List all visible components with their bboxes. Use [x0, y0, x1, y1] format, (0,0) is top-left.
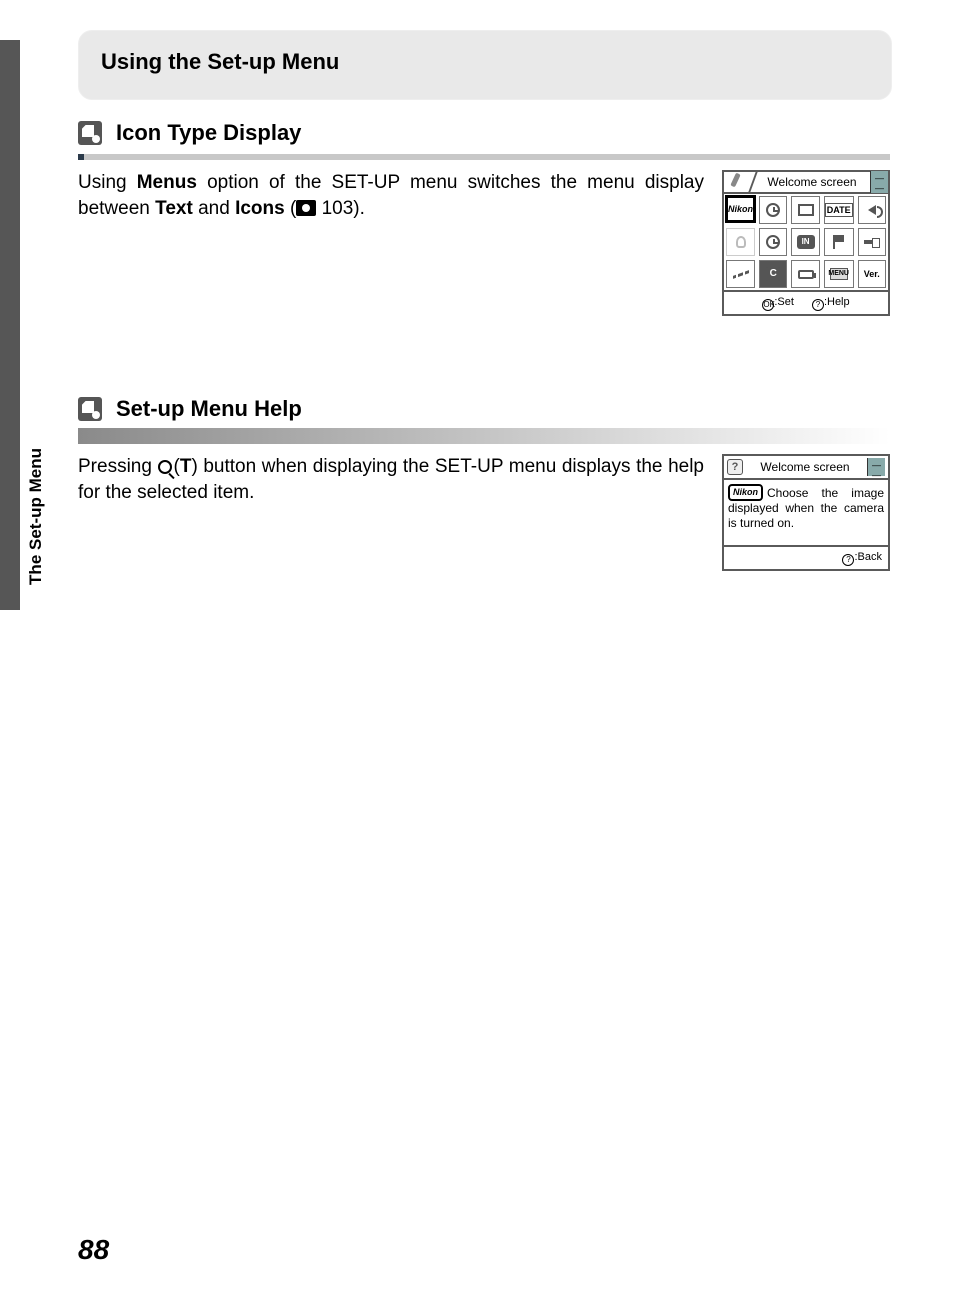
help-button-icon: ? [812, 299, 824, 311]
footer-help-label: :Help [824, 296, 850, 308]
section-setup-menu-help: Set-up Menu Help Pressing (T) button whe… [78, 396, 890, 571]
grid-cell-timer [759, 228, 787, 256]
chapter-side-label: The Set-up Menu [26, 448, 46, 585]
page-number: 88 [78, 1234, 109, 1266]
figure2-footer: ?:Back [724, 545, 888, 569]
figure-footer: OK:Set ?:Help [724, 290, 888, 314]
manual-page: The Set-up Menu Using the Set-up Menu Ic… [0, 0, 954, 1314]
grid-cell-battery [791, 260, 819, 288]
icon-grid: Nikon DATE IN C MENU Ver. [724, 194, 888, 290]
title-underline [78, 154, 890, 160]
figure-help-screen: ? Welcome screen —— NikonChoose the imag… [722, 454, 890, 571]
grid-cell-memory: IN [791, 228, 819, 256]
flag-icon [833, 235, 845, 249]
page-header-title: Using the Set-up Menu [101, 49, 869, 75]
grid-cell-language [824, 228, 854, 256]
grid-cell-usb [858, 228, 886, 256]
speaker-icon [868, 205, 876, 215]
grid-cell-clock [759, 196, 787, 224]
figure-icon-menu: Welcome screen —— Nikon DATE IN C [722, 170, 890, 316]
text: ) button when displaying the SET-UP menu… [78, 456, 704, 503]
text: ( [285, 198, 297, 219]
scroll-indicator-icon: —— [867, 458, 885, 476]
grid-cell-brightness [726, 228, 755, 256]
text: Using [78, 172, 137, 193]
wave-icon [733, 269, 749, 279]
grid-cell-menus: MENU [824, 260, 854, 288]
camera-ref-icon [296, 200, 316, 216]
screen-icon [798, 204, 814, 216]
text: Pressing [78, 456, 158, 477]
figure-title: Welcome screen [754, 172, 870, 192]
nikon-badge-icon: Nikon [728, 484, 763, 501]
text: 103). [316, 198, 365, 219]
grid-cell-screen [791, 196, 819, 224]
help-button-icon: ? [842, 554, 854, 566]
bulb-icon [736, 236, 746, 248]
question-icon: ? [727, 459, 743, 475]
footer-back-label: :Back [854, 551, 882, 563]
section-icon-type-display: Icon Type Display Using Menus option of … [78, 120, 890, 316]
note-icon [78, 121, 102, 145]
title-gradient-bar [78, 428, 890, 444]
reset-icon: C [766, 267, 780, 281]
section2-body: Pressing (T) button when displaying the … [78, 454, 704, 505]
usb-icon [864, 237, 880, 247]
text-bold: Text [155, 198, 193, 219]
timer-icon [766, 235, 780, 249]
grid-cell-nikon: Nikon [725, 195, 756, 223]
grid-cell-date: DATE [824, 196, 854, 224]
note-icon [78, 397, 102, 421]
page-header-box: Using the Set-up Menu [78, 30, 892, 100]
magnify-icon [158, 460, 172, 474]
clock-icon [766, 203, 780, 217]
menu-icon: MENU [830, 268, 848, 280]
figure2-title: Welcome screen [743, 459, 867, 475]
grid-cell-af [726, 260, 755, 288]
battery-icon [798, 270, 814, 279]
text-bold: Menus [137, 172, 197, 193]
text-bold: Icons [235, 198, 285, 219]
grid-cell-reset: C [759, 260, 787, 288]
chapter-tab [0, 40, 20, 610]
footer-set-label: :Set [774, 296, 794, 308]
text: and [193, 198, 235, 219]
text-bold: T [180, 456, 192, 477]
ok-button-icon: OK [762, 299, 774, 311]
grid-cell-version: Ver. [858, 260, 886, 288]
section-title: Set-up Menu Help [116, 396, 302, 422]
section-title: Icon Type Display [116, 120, 301, 146]
in-icon: IN [797, 235, 815, 249]
figure2-body: NikonChoose the image displayed when the… [724, 480, 888, 545]
section1-body: Using Menus option of the SET-UP menu sw… [78, 170, 704, 221]
grid-cell-sound [858, 196, 886, 224]
scroll-indicator-icon: —— [870, 171, 888, 193]
